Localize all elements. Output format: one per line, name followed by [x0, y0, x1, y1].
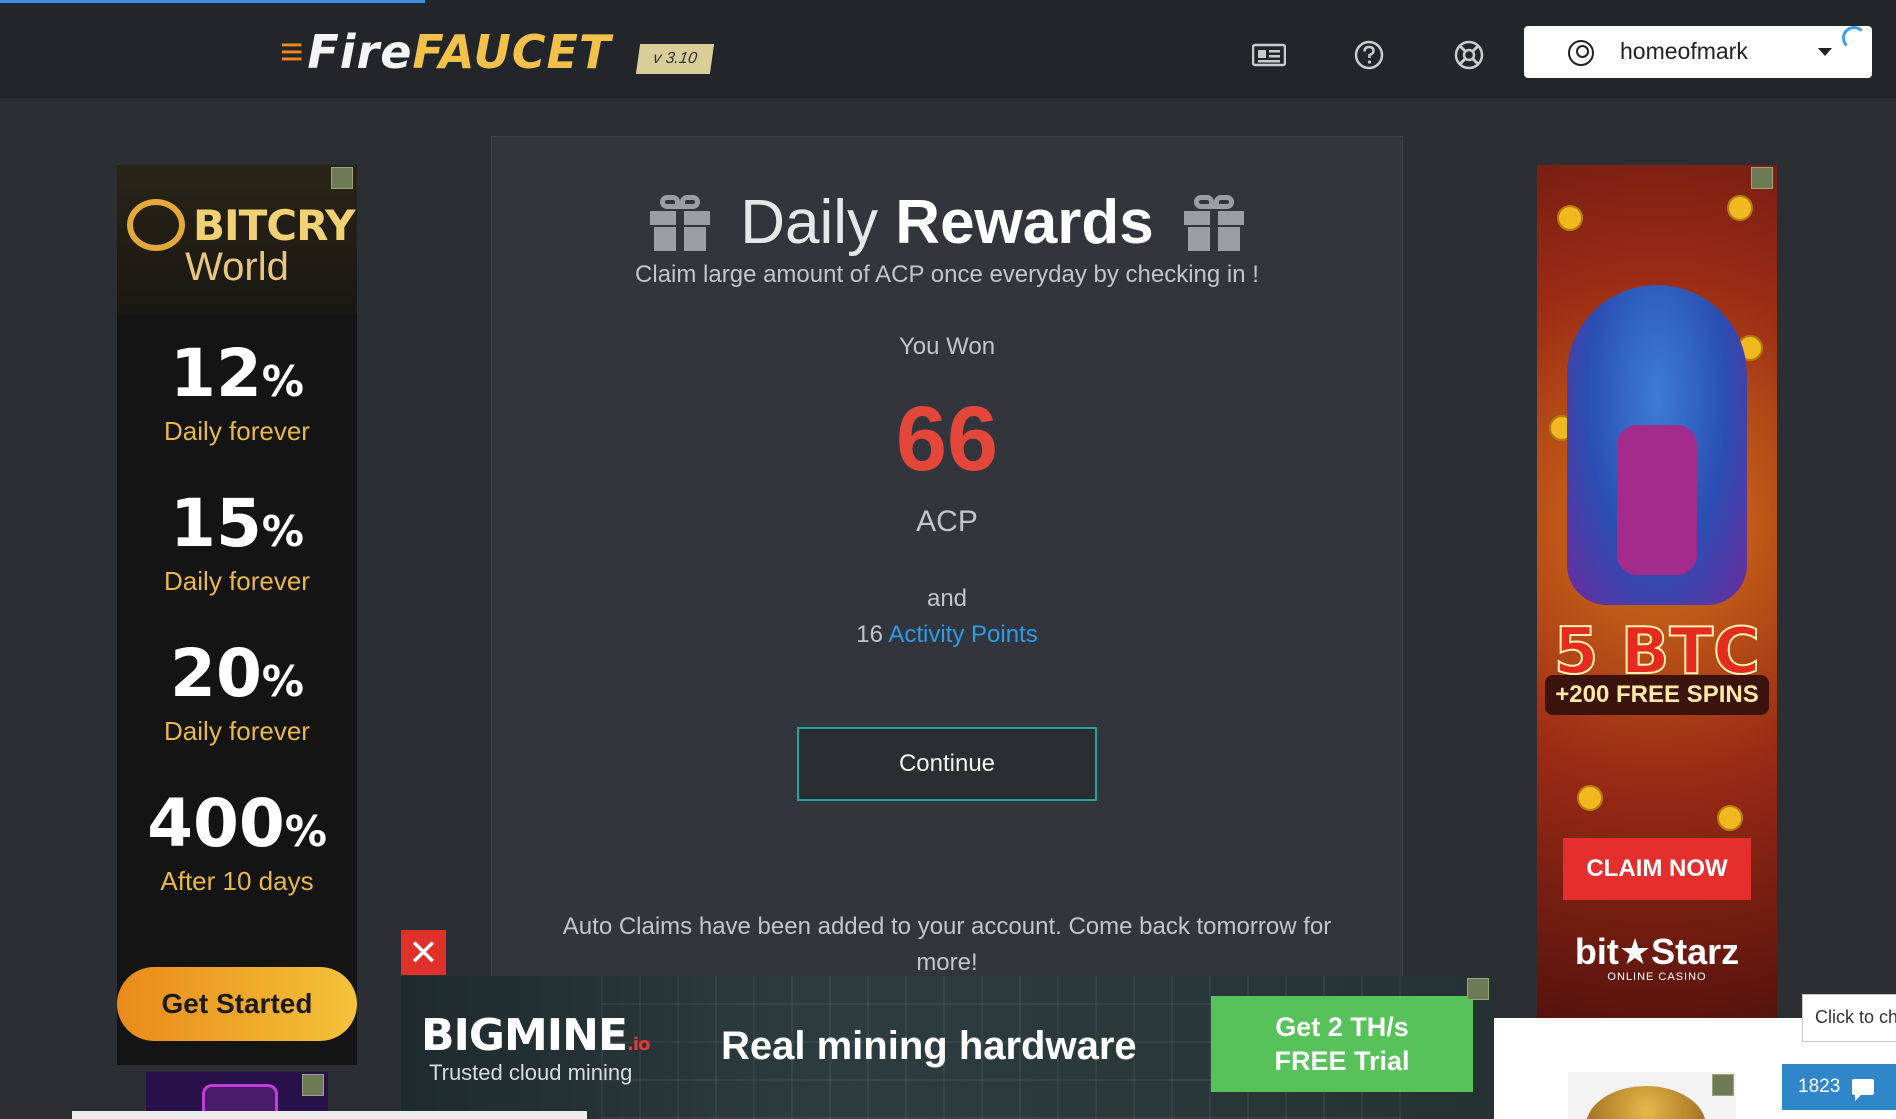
ad-headline: Real mining hardware	[721, 1024, 1137, 1068]
page-subtitle: Claim large amount of ACP once everyday …	[635, 261, 1259, 288]
ad-rate-item: 15% Daily forever	[164, 485, 310, 596]
ad-choices-icon[interactable]	[302, 1074, 324, 1096]
page-title: Daily Rewards	[740, 188, 1154, 257]
bitcrypt-logo-icon	[127, 199, 185, 251]
ad-subline: +200 FREE SPINS	[1545, 675, 1769, 715]
ad-rate-item: 20% Daily forever	[164, 635, 310, 746]
activity-points-line: 16 Activity Points	[492, 621, 1402, 649]
you-won-label: You Won	[898, 333, 996, 360]
ad-choices-icon[interactable]	[1712, 1074, 1734, 1096]
username: homeofmark	[1620, 38, 1748, 64]
coin-image	[1586, 1086, 1706, 1119]
page-loading-bar	[0, 0, 425, 3]
activity-points-link[interactable]: Activity Points	[888, 621, 1037, 648]
news-icon[interactable]	[1252, 38, 1286, 72]
ad-brand-name: BITCRYP.	[193, 201, 357, 250]
logo[interactable]: ≡ FireFAUCET	[280, 22, 611, 82]
chat-bubble-icon	[1852, 1079, 1875, 1101]
claim-now-button[interactable]: CLAIM NOW	[1563, 838, 1751, 900]
help-icon[interactable]	[1352, 38, 1386, 72]
ad-brand-name: bit★Starz	[1574, 931, 1740, 972]
horizontal-scrollbar[interactable]	[72, 1111, 587, 1119]
chat-prompt[interactable]: Click to ch	[1802, 994, 1896, 1042]
user-circle-icon	[1568, 40, 1594, 66]
support-icon[interactable]	[1452, 38, 1486, 72]
coin-ad-banner[interactable]	[1568, 1072, 1736, 1119]
get-started-button[interactable]: Get Started	[117, 967, 357, 1041]
chat-count: 1823	[1798, 1076, 1841, 1097]
ad-brand-header: BITCRYP. World	[117, 165, 357, 315]
caret-down-icon	[1818, 48, 1832, 56]
auto-claims-note: Auto Claims have been added to your acco…	[562, 913, 1332, 976]
activity-points-count: 16	[856, 621, 883, 648]
close-ad-button[interactable]: ✕	[401, 930, 446, 975]
and-label: and	[926, 585, 968, 612]
gift-icon	[650, 194, 711, 251]
user-menu-button[interactable]: homeofmark	[1524, 26, 1872, 78]
ad-tagline: Trusted cloud mining	[429, 1060, 633, 1085]
gift-icon	[1183, 194, 1244, 251]
logo-text: FireFAUCET	[307, 25, 612, 79]
free-trial-button[interactable]: Get 2 TH/s FREE Trial	[1211, 996, 1473, 1092]
ad-rate-item: 400% After 10 days	[147, 785, 327, 896]
ad-brand-sub: ONLINE CASINO	[1607, 971, 1707, 983]
top-navbar: ≡ FireFAUCET v 3.10 homeofmark	[0, 0, 1896, 98]
right-ad-banner[interactable]: 5 BTC +200 FREE SPINS CLAIM NOW bit★Star…	[1537, 165, 1777, 1065]
ad-brand-sub: World	[185, 245, 289, 289]
loading-spinner-icon	[1842, 26, 1866, 50]
panel-title-row: Daily Rewards	[492, 187, 1402, 258]
ad-rate-item: 12% Daily forever	[164, 335, 310, 446]
flame-icon: ≡	[280, 29, 304, 74]
version-badge: v 3.10	[635, 44, 715, 74]
reward-unit: ACP	[916, 505, 978, 538]
reward-amount: 66	[895, 388, 999, 490]
ad-choices-icon[interactable]	[331, 167, 353, 189]
bottom-ad-banner[interactable]: BIGMINE.io Trusted cloud mining Real min…	[401, 976, 1494, 1119]
ad-choices-icon[interactable]	[1467, 978, 1489, 1000]
left-ad-banner[interactable]: BITCRYP. World 12% Daily forever 15% Dai…	[117, 165, 357, 1065]
chat-counter-button[interactable]: 1823	[1782, 1064, 1896, 1110]
daily-rewards-panel: Daily Rewards Claim large amount of ACP …	[491, 136, 1403, 1119]
continue-button[interactable]: Continue	[797, 727, 1097, 801]
ad-brand-name: BIGMINE.io	[421, 1010, 650, 1061]
ad-choices-icon[interactable]	[1751, 167, 1773, 189]
